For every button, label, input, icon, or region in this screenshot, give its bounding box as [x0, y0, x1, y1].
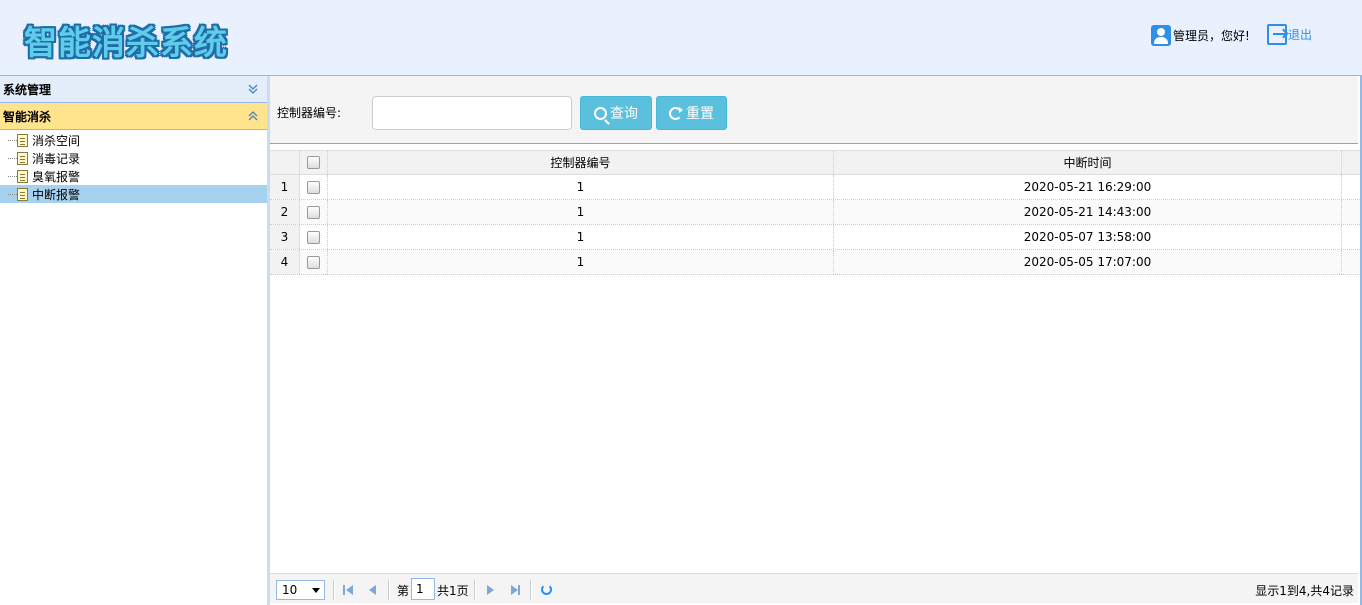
table-row[interactable]: 2 1 2020-05-21 14:43:00: [270, 200, 1360, 225]
logout-label: 退出: [1288, 28, 1313, 42]
nav-tree: 消杀空间 消毒记录 臭氧报警 中断报警: [0, 130, 267, 203]
tree-item-disinfection-space[interactable]: 消杀空间: [0, 131, 267, 149]
controller-id-input[interactable]: [372, 96, 572, 130]
prev-page-icon[interactable]: [366, 583, 380, 597]
row-checkbox[interactable]: [307, 230, 320, 244]
row-select-cell: [300, 250, 328, 274]
data-grid: 控制器编号 中断时间 1 1 2020-05-21 16:29:00 2 1 2…: [270, 150, 1360, 275]
column-header-interrupt-time[interactable]: 中断时间: [834, 151, 1342, 174]
refresh-icon[interactable]: [541, 584, 552, 595]
chevron-double-up-icon[interactable]: [247, 110, 259, 122]
tree-item-interrupt-alarm[interactable]: 中断报警: [0, 185, 267, 203]
page-size-select[interactable]: 10: [276, 580, 325, 600]
cell-controller-id: 1: [328, 175, 834, 199]
table-row[interactable]: 4 1 2020-05-05 17:07:00: [270, 250, 1360, 275]
file-icon: [17, 169, 28, 183]
column-header-controller-id[interactable]: 控制器编号: [328, 151, 834, 174]
cell-interrupt-time: 2020-05-07 13:58:00: [834, 225, 1342, 249]
panel-title: 系统管理: [3, 82, 52, 97]
page-size-value: 10: [282, 583, 298, 597]
row-number: 2: [270, 200, 300, 224]
user-icon: [1151, 24, 1171, 46]
panel-title: 智能消杀: [3, 109, 52, 124]
file-icon: [17, 187, 28, 201]
reset-button[interactable]: 重置: [656, 96, 727, 130]
sidebar: 系统管理 智能消杀 消杀空间 消毒记录 臭氧报警 中断报警: [0, 76, 268, 605]
pager-separator: [530, 580, 532, 600]
row-checkbox[interactable]: [307, 255, 320, 269]
reset-label: 重置: [686, 106, 714, 122]
query-label: 查询: [610, 106, 638, 122]
grid-header: 控制器编号 中断时间: [270, 150, 1360, 175]
app-logo: 智能消杀系统: [24, 23, 228, 62]
pager-separator: [474, 580, 476, 600]
user-greeting: 管理员，您好!: [1173, 28, 1250, 43]
logout-button[interactable]: 退出: [1267, 24, 1312, 45]
chevron-double-down-icon[interactable]: [247, 83, 259, 95]
first-page-icon[interactable]: [341, 583, 355, 597]
grid-header-filler: [1342, 150, 1360, 175]
page-prefix: 第: [397, 584, 410, 598]
table-row[interactable]: 1 1 2020-05-21 16:29:00: [270, 175, 1360, 200]
tree-connector: [8, 175, 17, 177]
tree-item-disinfection-records[interactable]: 消毒记录: [0, 149, 267, 167]
row-number: 3: [270, 225, 300, 249]
panel-system-management[interactable]: 系统管理: [0, 76, 267, 103]
tree-connector: [8, 193, 17, 195]
logout-icon: [1267, 24, 1287, 45]
tree-connector: [8, 139, 17, 141]
cell-controller-id: 1: [328, 250, 834, 274]
row-number-header: [270, 151, 300, 174]
record-info: 显示1到4,共4记录: [1255, 584, 1354, 598]
app-header: 智能消杀系统 管理员，您好! 退出: [0, 0, 1362, 76]
cell-controller-id: 1: [328, 225, 834, 249]
search-icon: [594, 106, 607, 120]
search-toolbar: 控制器编号: 查询 重置: [270, 76, 1358, 144]
tree-item-label: 中断报警: [32, 187, 81, 202]
select-all-cell: [300, 151, 328, 174]
row-select-cell: [300, 175, 328, 199]
tree-connector: [8, 157, 17, 159]
tree-item-ozone-alarm[interactable]: 臭氧报警: [0, 167, 267, 185]
row-checkbox[interactable]: [307, 205, 320, 219]
cell-controller-id: 1: [328, 200, 834, 224]
query-button[interactable]: 查询: [580, 96, 652, 130]
select-all-checkbox[interactable]: [307, 156, 320, 169]
row-select-cell: [300, 225, 328, 249]
user-info: 管理员，您好!: [1151, 24, 1250, 46]
pagination-bar: 10 第 共1页 显示1到4,共4记录: [270, 573, 1358, 603]
page-total: 共1页: [437, 584, 469, 598]
refresh-icon: [669, 106, 683, 120]
chevron-down-icon: [312, 588, 320, 593]
row-number: 4: [270, 250, 300, 274]
file-icon: [17, 151, 28, 165]
tree-item-label: 臭氧报警: [32, 169, 81, 184]
controller-id-label: 控制器编号:: [277, 106, 342, 120]
pager-separator: [333, 580, 335, 600]
table-row[interactable]: 3 1 2020-05-07 13:58:00: [270, 225, 1360, 250]
tree-item-label: 消杀空间: [32, 133, 81, 148]
row-number: 1: [270, 175, 300, 199]
row-select-cell: [300, 200, 328, 224]
cell-interrupt-time: 2020-05-21 16:29:00: [834, 175, 1342, 199]
next-page-icon[interactable]: [483, 583, 497, 597]
cell-interrupt-time: 2020-05-05 17:07:00: [834, 250, 1342, 274]
page-number-input[interactable]: [411, 578, 435, 600]
file-icon: [17, 133, 28, 147]
last-page-icon[interactable]: [508, 583, 522, 597]
pager-separator: [388, 580, 390, 600]
tree-item-label: 消毒记录: [32, 151, 81, 166]
panel-smart-disinfection[interactable]: 智能消杀: [0, 103, 267, 130]
main-content: 控制器编号: 查询 重置 控制器编号 中断时间 1 1 2020-05-21 1…: [270, 76, 1362, 605]
cell-interrupt-time: 2020-05-21 14:43:00: [834, 200, 1342, 224]
row-checkbox[interactable]: [307, 180, 320, 194]
